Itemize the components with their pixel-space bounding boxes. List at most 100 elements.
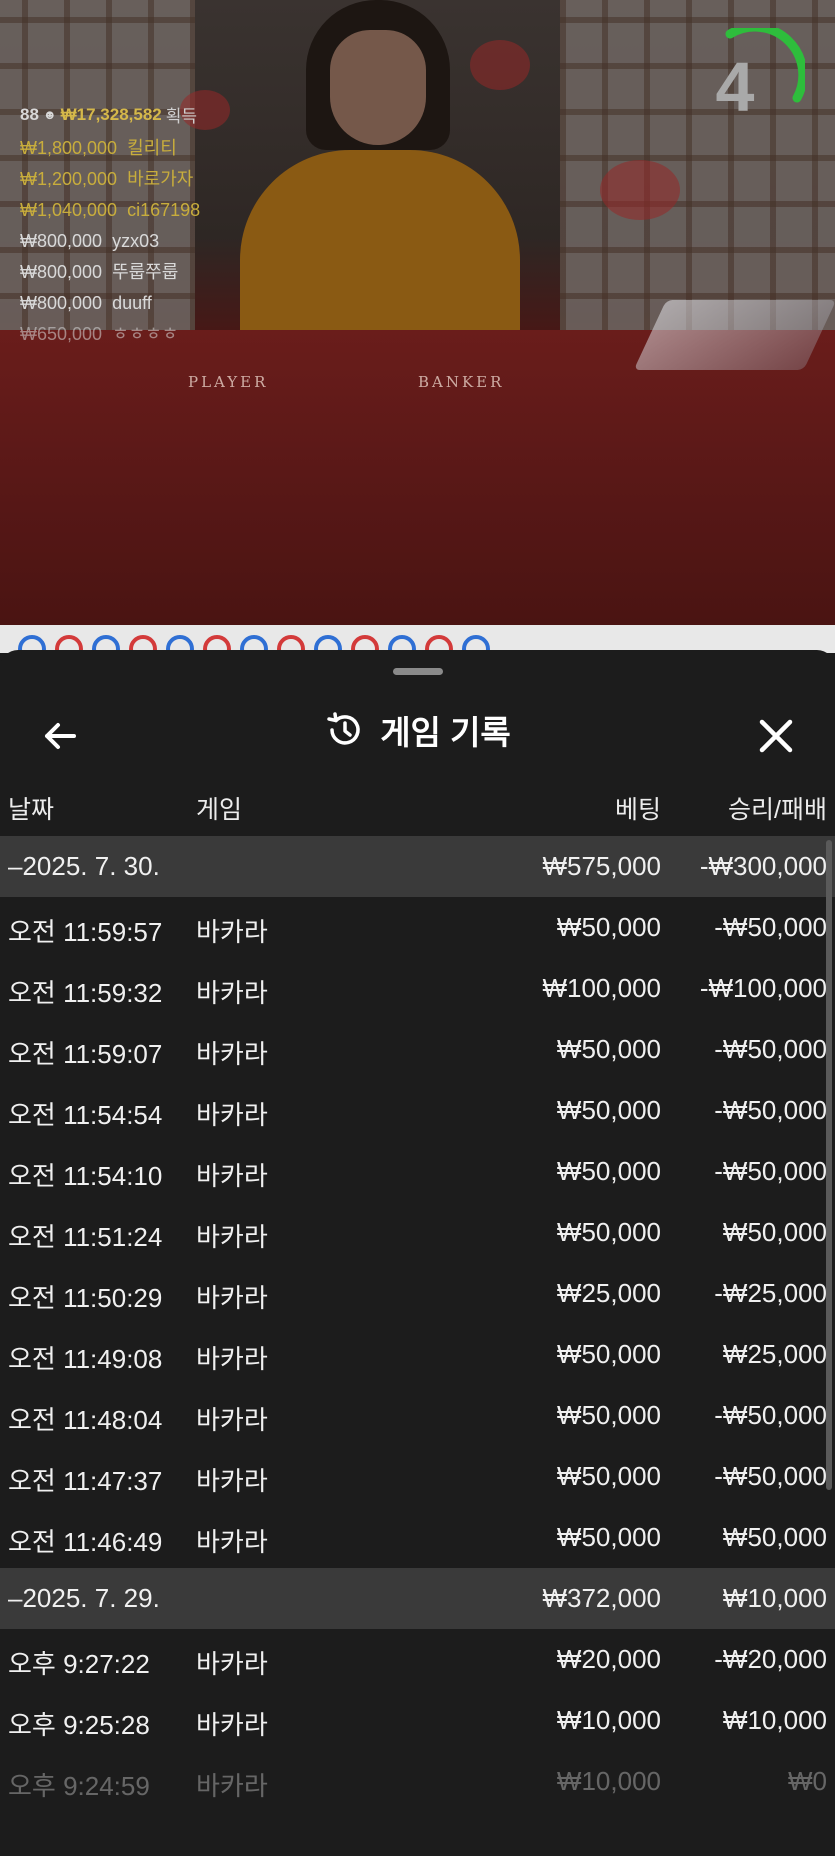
winners-header: 88 ☻ ₩17,328,582 획득 <box>20 102 200 127</box>
column-header-date: 날짜 <box>8 796 55 824</box>
row-bet: ₩50,000 <box>556 1095 661 1125</box>
winner-name: ㅎㅎㅎㅎ <box>112 324 179 344</box>
winner-amount: ₩650,000 <box>20 324 103 344</box>
row-result: -₩50,000 <box>714 1156 827 1186</box>
date-group-row[interactable]: –2025. 7. 29. ₩372,000 ₩10,000 <box>0 1568 835 1629</box>
row-bet: ₩20,000 <box>556 1644 661 1674</box>
row-game: 바카라 <box>196 1710 268 1740</box>
winner-amount: ₩800,000 <box>20 262 103 282</box>
row-time: 오전 11:59:07 <box>8 1039 163 1069</box>
row-time: 오전 11:59:32 <box>8 978 163 1008</box>
table-row[interactable]: 오전 11:47:37 바카라 ₩50,000 -₩50,000 <box>0 1446 835 1507</box>
table-row[interactable]: 오전 11:46:49 바카라 ₩50,000 ₩50,000 <box>0 1507 835 1568</box>
winner-amount: ₩1,200,000 <box>20 169 118 189</box>
table-row[interactable]: 오후 9:24:59 바카라 ₩10,000 ₩0 <box>0 1751 835 1812</box>
row-result: -₩50,000 <box>714 912 827 942</box>
row-game: 바카라 <box>196 1161 268 1191</box>
row-time: 오전 11:50:29 <box>8 1283 163 1313</box>
countdown-timer-value: 4 <box>715 48 755 126</box>
row-game: 바카라 <box>196 1527 268 1557</box>
row-game: 바카라 <box>196 917 268 947</box>
row-bet: ₩50,000 <box>556 1400 661 1430</box>
title-wrap: 게임 기록 <box>0 690 835 770</box>
group-bet-total: ₩372,000 <box>542 1583 661 1613</box>
row-game: 바카라 <box>196 978 268 1008</box>
row-time: 오전 11:54:54 <box>8 1100 163 1130</box>
winner-amount: ₩1,800,000 <box>20 138 118 158</box>
row-result: ₩0 <box>788 1766 827 1796</box>
row-bet: ₩50,000 <box>556 1339 661 1369</box>
winner-row: ₩800,000 duuff <box>20 288 200 319</box>
row-time: 오전 11:47:37 <box>8 1466 163 1496</box>
table-row[interactable]: 오전 11:54:54 바카라 ₩50,000 -₩50,000 <box>0 1080 835 1141</box>
table-header: 날짜 게임 베팅 승리/패배 <box>0 780 835 836</box>
dealer-face <box>330 30 426 145</box>
row-game: 바카라 <box>196 1771 268 1801</box>
row-result: ₩25,000 <box>722 1339 827 1369</box>
date-group-row[interactable]: –2025. 7. 30. ₩575,000 -₩300,000 <box>0 836 835 897</box>
row-result: ₩10,000 <box>722 1705 827 1735</box>
roadmap-strip[interactable] <box>0 625 835 653</box>
row-bet: ₩25,000 <box>556 1278 661 1308</box>
row-time: 오전 11:51:24 <box>8 1222 163 1252</box>
table-row[interactable]: 오전 11:51:24 바카라 ₩50,000 ₩50,000 <box>0 1202 835 1263</box>
row-time: 오전 11:59:57 <box>8 917 163 947</box>
winners-label: 획득 <box>165 107 198 126</box>
row-result: -₩50,000 <box>714 1400 827 1430</box>
table-row[interactable]: 오전 11:50:29 바카라 ₩25,000 -₩25,000 <box>0 1263 835 1324</box>
row-time: 오후 9:25:28 <box>8 1710 150 1740</box>
table-row[interactable]: 오전 11:49:08 바카라 ₩50,000 ₩25,000 <box>0 1324 835 1385</box>
sheet-title: 게임 기록 <box>380 714 511 751</box>
row-time: 오전 11:48:04 <box>8 1405 163 1435</box>
game-history-sheet: 게임 기록 날짜 게임 베팅 승리/패배 –2025. 7. 30. ₩575,… <box>0 650 835 1856</box>
winner-row: ₩1,040,000 ci167198 <box>20 195 200 226</box>
table-row[interactable]: 오전 11:54:10 바카라 ₩50,000 -₩50,000 <box>0 1141 835 1202</box>
winners-total: ₩17,328,582 <box>60 104 162 124</box>
group-bet-total: ₩575,000 <box>542 851 661 881</box>
row-result: ₩50,000 <box>722 1217 827 1247</box>
back-button[interactable] <box>40 716 80 756</box>
winner-name: ci167198 <box>127 200 201 220</box>
winner-row: ₩800,000 뚜룹쭈룹 <box>20 257 200 288</box>
arrow-left-icon <box>45 723 76 749</box>
history-clock-icon <box>327 712 360 745</box>
table-row[interactable]: 오전 11:59:32 바카라 ₩100,000 -₩100,000 <box>0 958 835 1019</box>
table-row[interactable]: 오전 11:59:07 바카라 ₩50,000 -₩50,000 <box>0 1019 835 1080</box>
blossom-decoration <box>600 160 680 220</box>
table-row[interactable]: 오전 11:48:04 바카라 ₩50,000 -₩50,000 <box>0 1385 835 1446</box>
row-game: 바카라 <box>196 1283 268 1313</box>
row-result: -₩100,000 <box>699 973 827 1003</box>
row-game: 바카라 <box>196 1222 268 1252</box>
winner-name: 뚜룹쭈룹 <box>112 262 179 282</box>
row-game: 바카라 <box>196 1649 268 1679</box>
table-row[interactable]: 오후 9:27:22 바카라 ₩20,000 -₩20,000 <box>0 1629 835 1690</box>
row-result: ₩50,000 <box>722 1522 827 1552</box>
live-video-stream: PLAYER BANKER 4 88 ☻ ₩17,328,582 획득 ₩1,8… <box>0 0 835 625</box>
row-time: 오전 11:54:10 <box>8 1161 163 1191</box>
row-time: 오전 11:49:08 <box>8 1344 163 1374</box>
winner-row: ₩1,800,000 킬리티 <box>20 133 200 164</box>
winners-count: 88 <box>20 104 39 124</box>
blossom-decoration <box>470 40 530 90</box>
winner-row: ₩650,000 ㅎㅎㅎㅎ <box>20 319 200 350</box>
table-label-player: PLAYER <box>188 373 269 391</box>
column-header-result: 승리/패배 <box>728 796 827 824</box>
winner-amount: ₩800,000 <box>20 293 103 313</box>
row-bet: ₩50,000 <box>556 1156 661 1186</box>
group-result-total: ₩10,000 <box>722 1583 827 1613</box>
winner-amount: ₩1,040,000 <box>20 200 118 220</box>
winner-name: 바로가자 <box>127 169 194 189</box>
row-bet: ₩50,000 <box>556 1034 661 1064</box>
sheet-drag-handle[interactable] <box>393 668 443 675</box>
winner-name: 킬리티 <box>127 138 177 158</box>
user-icon: ☻ <box>42 107 57 122</box>
table-label-banker: BANKER <box>418 373 505 391</box>
close-x-icon <box>759 719 793 753</box>
winner-row: ₩1,200,000 바로가자 <box>20 164 200 195</box>
table-row[interactable]: 오전 11:59:57 바카라 ₩50,000 -₩50,000 <box>0 897 835 958</box>
winners-list: 88 ☻ ₩17,328,582 획득 ₩1,800,000 킬리티 ₩1,200… <box>20 102 200 350</box>
close-button[interactable] <box>756 716 796 756</box>
table-row[interactable]: 오후 9:25:28 바카라 ₩10,000 ₩10,000 <box>0 1690 835 1751</box>
scrollbar[interactable] <box>826 840 832 1490</box>
row-time: 오후 9:27:22 <box>8 1649 150 1679</box>
